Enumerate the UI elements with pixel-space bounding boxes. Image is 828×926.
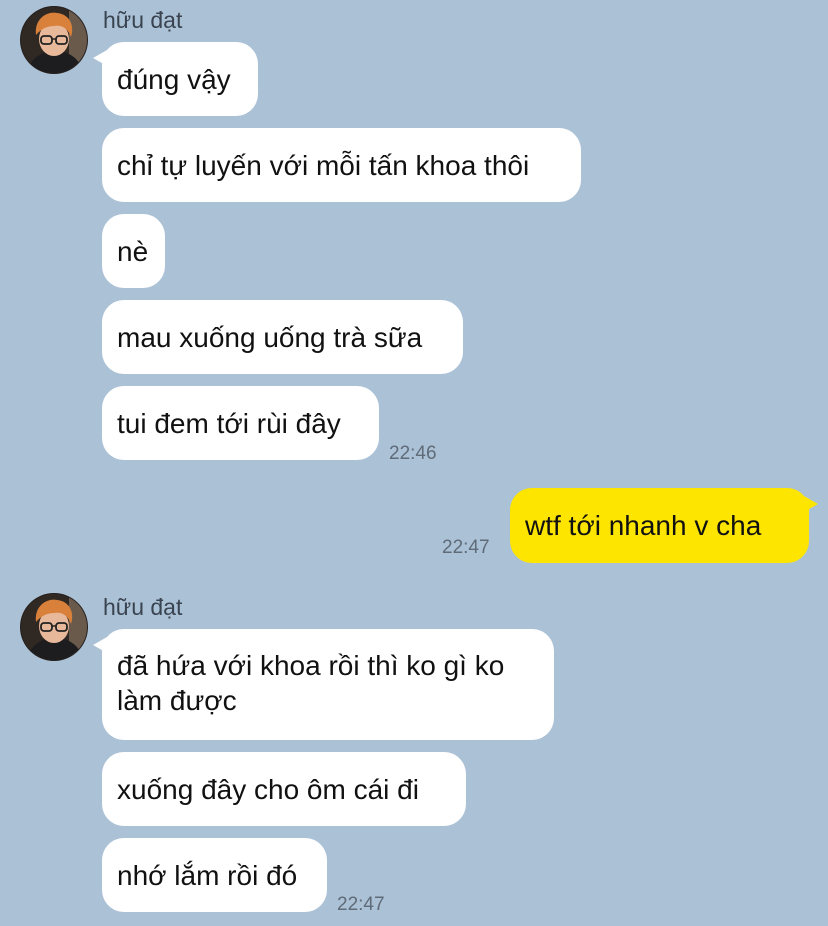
user-avatar-icon	[21, 7, 87, 73]
message-bubble[interactable]: xuống đây cho ôm cái đi	[102, 752, 466, 826]
my-message-bubble[interactable]: wtf tới nhanh v cha	[510, 488, 818, 563]
message-bubble[interactable]: tui đem tới rùi đây	[102, 386, 379, 460]
message-bubble[interactable]: chỉ tự luyến với mỗi tấn khoa thôi	[102, 128, 581, 202]
sender-name: hữu đạt	[103, 594, 183, 620]
message-timestamp: 22:46	[389, 443, 437, 464]
message-timestamp: 22:47	[337, 894, 385, 915]
sender-avatar[interactable]	[20, 593, 88, 661]
message-timestamp: 22:47	[442, 537, 490, 558]
sender-name: hữu đạt	[103, 7, 183, 33]
message-bubble[interactable]: nè	[102, 214, 165, 288]
message-bubble[interactable]: mau xuống uống trà sữa	[102, 300, 463, 374]
sender-avatar[interactable]	[20, 6, 88, 74]
message-bubble[interactable]: nhớ lắm rồi đó	[102, 838, 327, 912]
chat-message-list[interactable]: hữu đạt đúng vậy chỉ tự luyến với mỗi tấ…	[0, 0, 828, 926]
message-bubble[interactable]: đã hứa với khoa rồi thì ko gì ko làm đượ…	[93, 629, 554, 740]
user-avatar-icon	[21, 594, 87, 660]
message-bubble[interactable]: đúng vậy	[93, 42, 258, 116]
